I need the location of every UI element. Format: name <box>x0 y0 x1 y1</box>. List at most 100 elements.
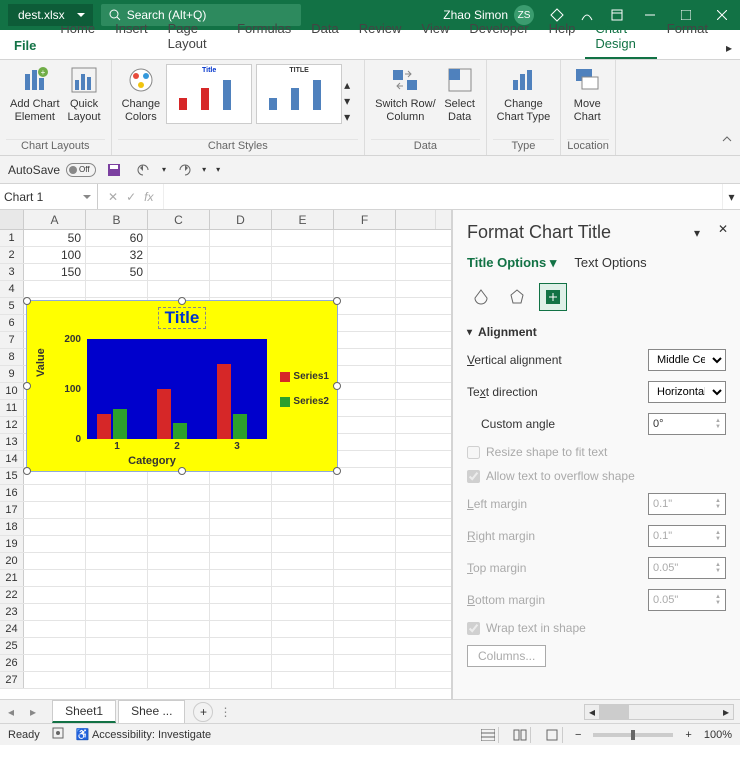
qat-customize[interactable]: ▾ <box>216 165 220 174</box>
row-header[interactable]: 15 <box>0 468 24 484</box>
cell[interactable] <box>210 230 272 246</box>
accessibility-status[interactable]: ♿ Accessibility: Investigate <box>76 728 211 741</box>
fill-line-icon[interactable] <box>467 283 495 311</box>
cell[interactable] <box>210 264 272 280</box>
chart-style-2[interactable]: TITLE <box>256 64 342 124</box>
pane-close-button[interactable]: ✕ <box>718 222 728 236</box>
fx-icon[interactable]: fx <box>144 190 153 204</box>
cell[interactable] <box>334 587 396 603</box>
enter-formula-icon[interactable]: ✓ <box>126 190 136 204</box>
cell[interactable] <box>148 604 210 620</box>
cell[interactable] <box>334 638 396 654</box>
move-chart-button[interactable]: Move Chart <box>567 62 607 139</box>
tab-review[interactable]: Review <box>349 15 412 59</box>
cancel-formula-icon[interactable]: ✕ <box>108 190 118 204</box>
cell[interactable] <box>210 536 272 552</box>
chart-y-axis-label[interactable]: Value <box>35 348 47 377</box>
cell[interactable] <box>272 553 334 569</box>
cell[interactable] <box>334 247 396 263</box>
cell[interactable] <box>86 502 148 518</box>
row-header[interactable]: 13 <box>0 434 24 450</box>
cell[interactable] <box>86 672 148 688</box>
cell[interactable] <box>210 638 272 654</box>
cell[interactable] <box>24 519 86 535</box>
size-properties-icon[interactable] <box>539 283 567 311</box>
cell[interactable] <box>334 621 396 637</box>
cell[interactable] <box>334 281 396 297</box>
cell[interactable] <box>24 672 86 688</box>
cell[interactable] <box>148 281 210 297</box>
cell[interactable] <box>86 587 148 603</box>
sheet-tab[interactable]: Sheet1 <box>52 700 116 723</box>
chart-style-up[interactable]: ▴ <box>344 78 358 92</box>
row-header[interactable]: 4 <box>0 281 24 297</box>
vertical-alignment-select[interactable]: Middle Ce... <box>648 349 726 371</box>
chart-legend[interactable]: Series1Series2 <box>280 371 329 421</box>
cell[interactable]: 100 <box>24 247 86 263</box>
row-header[interactable]: 18 <box>0 519 24 535</box>
row-header[interactable]: 25 <box>0 638 24 654</box>
spreadsheet-grid[interactable]: ABCDEF Title Value 2001000 123 Category <box>0 210 452 699</box>
tab-format[interactable]: Format <box>657 15 718 59</box>
row-header[interactable]: 26 <box>0 655 24 671</box>
effects-icon[interactable] <box>503 283 531 311</box>
row-header[interactable]: 11 <box>0 400 24 416</box>
cell[interactable] <box>24 638 86 654</box>
cell[interactable] <box>148 519 210 535</box>
cell[interactable] <box>210 485 272 501</box>
cell[interactable] <box>210 281 272 297</box>
cell[interactable] <box>334 485 396 501</box>
cell[interactable] <box>334 400 396 416</box>
cell[interactable] <box>148 672 210 688</box>
row-header[interactable]: 5 <box>0 298 24 314</box>
cell[interactable]: 50 <box>86 264 148 280</box>
chart-style-more[interactable]: ▾ <box>344 110 358 124</box>
cell[interactable] <box>334 536 396 552</box>
cell[interactable] <box>334 264 396 280</box>
cell[interactable] <box>334 366 396 382</box>
row-header[interactable]: 10 <box>0 383 24 399</box>
cell[interactable] <box>148 570 210 586</box>
cell[interactable] <box>148 621 210 637</box>
cell[interactable] <box>24 502 86 518</box>
cell[interactable] <box>272 672 334 688</box>
cell[interactable] <box>210 604 272 620</box>
cell[interactable] <box>148 655 210 671</box>
redo-dropdown[interactable]: ▾ <box>202 165 206 174</box>
embedded-chart[interactable]: Title Value 2001000 123 Category Series1… <box>26 300 338 472</box>
select-data-button[interactable]: Select Data <box>440 62 480 139</box>
pane-options-dropdown[interactable]: ▾ <box>694 226 700 240</box>
cell[interactable] <box>272 587 334 603</box>
cell[interactable] <box>24 536 86 552</box>
cell[interactable] <box>86 553 148 569</box>
quick-layout-button[interactable]: Quick Layout <box>64 62 105 139</box>
cell[interactable] <box>210 553 272 569</box>
filename-dropdown[interactable]: dest.xlsx <box>8 4 93 26</box>
custom-angle-input[interactable]: 0°▲▼ <box>648 413 726 435</box>
column-header[interactable]: F <box>334 210 396 229</box>
cell[interactable] <box>272 570 334 586</box>
cell[interactable] <box>148 553 210 569</box>
tab-view[interactable]: View <box>411 15 459 59</box>
row-header[interactable]: 6 <box>0 315 24 331</box>
cell[interactable] <box>24 570 86 586</box>
cell[interactable] <box>334 349 396 365</box>
cell[interactable] <box>334 417 396 433</box>
undo-dropdown[interactable]: ▾ <box>162 165 166 174</box>
row-header[interactable]: 12 <box>0 417 24 433</box>
tab-developer[interactable]: Developer <box>459 15 538 59</box>
cell[interactable] <box>272 604 334 620</box>
tab-chart-design[interactable]: Chart Design <box>585 15 656 59</box>
cell[interactable] <box>334 570 396 586</box>
cell[interactable] <box>148 536 210 552</box>
cell[interactable] <box>148 587 210 603</box>
row-header[interactable]: 3 <box>0 264 24 280</box>
chart-style-down[interactable]: ▾ <box>344 94 358 108</box>
cell[interactable] <box>24 553 86 569</box>
cell[interactable] <box>272 281 334 297</box>
cell[interactable] <box>86 519 148 535</box>
autosave-toggle[interactable]: Off <box>66 163 96 177</box>
cell[interactable] <box>86 485 148 501</box>
row-header[interactable]: 2 <box>0 247 24 263</box>
zoom-out-button[interactable]: − <box>575 729 581 741</box>
